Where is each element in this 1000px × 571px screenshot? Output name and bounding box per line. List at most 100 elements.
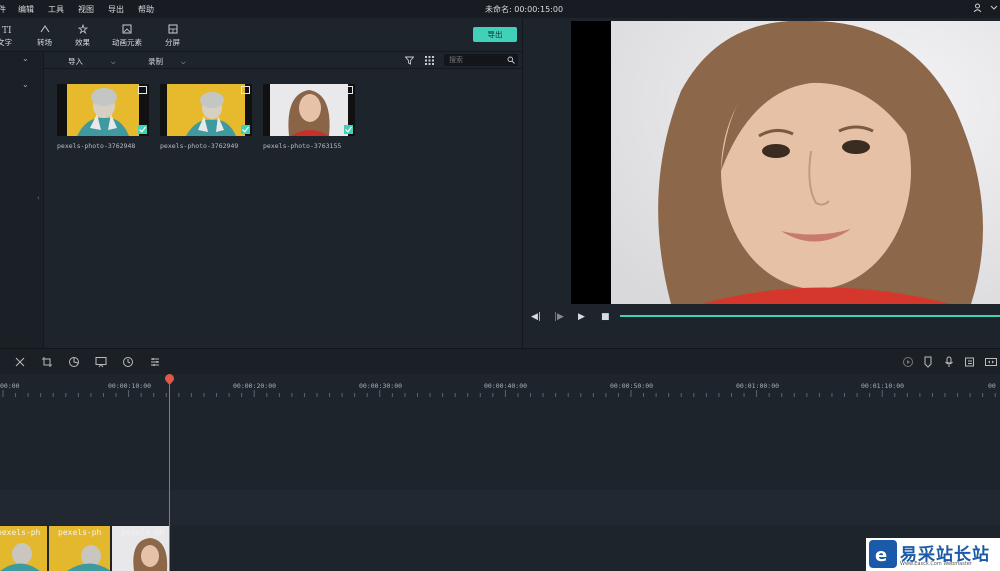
photo-thumbnail-image [263, 84, 355, 136]
import-label: 导入 [68, 57, 83, 66]
playhead[interactable] [169, 374, 170, 571]
media-item-name: pexels-photo-3762948 [57, 142, 136, 150]
checkmark-icon [241, 125, 250, 134]
render-icon[interactable] [902, 356, 914, 368]
media-library: 导入 ⌵ 录制 ⌵ pexels-photo-3762948 [44, 52, 522, 348]
ruler-label: 00:00 [0, 382, 20, 390]
watermark-subtitle: Www.Easck.Com Webmaster [900, 561, 972, 567]
menu-tools[interactable]: 工具 [48, 4, 64, 15]
voiceover-icon[interactable] [964, 356, 976, 368]
chevron-down-icon[interactable]: ⌄ [22, 54, 29, 63]
user-icon[interactable] [973, 3, 982, 12]
effects-icon [77, 24, 88, 34]
photo-thumbnail-image [160, 84, 252, 136]
checkmark-icon [344, 125, 353, 134]
timeline-track-area[interactable] [0, 398, 1000, 490]
svg-text:e: e [875, 545, 887, 566]
search-input[interactable] [444, 54, 504, 66]
ruler-label: 00:01:10:00 [861, 382, 905, 390]
checkmark-icon [138, 125, 147, 134]
search-icon[interactable] [507, 56, 515, 64]
media-item-name: pexels-photo-3762949 [160, 142, 239, 150]
elements-icon [122, 24, 132, 34]
split-screen-icon [168, 24, 177, 34]
marker-icon[interactable] [922, 356, 934, 368]
media-header: 导入 ⌵ 录制 ⌵ [44, 52, 522, 69]
stop-icon[interactable]: ■ [601, 312, 610, 322]
collapse-handle-icon[interactable]: ‹ [37, 194, 40, 202]
transition-icon [40, 25, 49, 33]
chevron-down-icon: ⌵ [111, 59, 116, 66]
media-thumbnail[interactable] [160, 84, 252, 136]
window-controls [973, 3, 998, 12]
color-icon[interactable] [68, 356, 80, 368]
text-icon: TI [2, 26, 11, 34]
media-thumbnail[interactable] [57, 84, 149, 136]
timeline-toolbar [0, 348, 1000, 374]
preview-panel: ◀| |▶ ▶ ■ [522, 18, 1000, 348]
grid-view-icon[interactable] [425, 56, 434, 65]
chevron-down-icon[interactable]: ⌄ [22, 80, 29, 89]
tool-transition-label: 转场 [37, 38, 52, 47]
green-screen-icon[interactable] [95, 356, 107, 368]
svg-text:TI: TI [2, 26, 11, 34]
ruler-label: 00 [988, 382, 996, 390]
media-item-name: pexels-photo-3763155 [263, 142, 342, 150]
video-viewport [571, 21, 1000, 304]
image-type-icon [344, 86, 353, 94]
menu-view[interactable]: 视图 [78, 4, 94, 15]
chevron-down-icon[interactable] [990, 3, 998, 12]
playback-controls: ◀| |▶ ▶ ■ [523, 307, 1000, 327]
timeline-ruler[interactable]: 00:00 00:00:10:00 00:00:20:00 00:00:30:0… [0, 374, 1000, 398]
tool-split-screen-label: 分屏 [165, 38, 180, 47]
crop-icon[interactable] [41, 356, 53, 368]
filter-icon[interactable] [405, 56, 414, 65]
ruler-label: 00:01:00:00 [736, 382, 780, 390]
image-type-icon [241, 86, 250, 94]
ruler-label: 00:00:20:00 [233, 382, 277, 390]
record-dropdown[interactable]: 录制 ⌵ [148, 56, 186, 67]
fit-timeline-icon[interactable] [985, 356, 997, 368]
timeline-clip[interactable]: pexels-ph [49, 526, 111, 571]
step-back-icon[interactable]: ◀| [531, 312, 541, 322]
image-type-icon [138, 86, 147, 94]
photo-thumbnail-image [57, 84, 149, 136]
scissors-icon[interactable] [14, 356, 26, 368]
tool-text-label: 文字 [0, 38, 12, 47]
media-sidebar: ⌄ ⌄ ‹ [0, 52, 44, 348]
play-icon[interactable]: ▶ [578, 312, 585, 322]
tool-elements-label: 动画元素 [112, 38, 142, 47]
ruler-label: 00:00:40:00 [484, 382, 528, 390]
tool-transition[interactable]: 转场 [37, 24, 52, 48]
timeline-clip[interactable]: pexels-ph [0, 526, 48, 571]
clip-label: pexels-ph [58, 528, 102, 537]
menu-help[interactable]: 帮助 [138, 4, 154, 15]
timeline-clip[interactable]: pexels-ph [112, 526, 169, 571]
timeline-track[interactable] [0, 490, 1000, 525]
tool-split-screen[interactable]: 分屏 [165, 24, 180, 48]
step-forward-icon[interactable]: |▶ [554, 312, 564, 322]
ruler-label: 00:00:50:00 [610, 382, 654, 390]
adjust-icon[interactable] [149, 356, 161, 368]
import-dropdown[interactable]: 导入 ⌵ [68, 56, 116, 67]
watermark-emblem-icon: e [869, 540, 897, 568]
tool-effects-label: 效果 [75, 38, 90, 47]
ruler-label: 00:00:30:00 [359, 382, 403, 390]
menu-edit[interactable]: 编辑 [18, 4, 34, 15]
project-title: 未命名: 00:00:15:00 [485, 5, 564, 14]
menu-file[interactable]: 件 [0, 4, 6, 15]
clock-icon[interactable] [122, 356, 134, 368]
export-button[interactable]: 导出 [473, 27, 517, 42]
tool-effects[interactable]: 效果 [75, 24, 90, 48]
record-label: 录制 [148, 57, 163, 66]
playback-progress-bar[interactable] [620, 315, 1000, 317]
chevron-down-icon: ⌵ [181, 59, 186, 66]
clip-label: pexels-ph [121, 528, 165, 537]
tool-elements[interactable]: 动画元素 [112, 24, 142, 48]
tool-text[interactable]: TI 文字 [0, 24, 12, 48]
ruler-label: 00:00:10:00 [108, 382, 152, 390]
microphone-icon[interactable] [943, 356, 955, 368]
menu-export[interactable]: 导出 [108, 4, 124, 15]
toolbar: TI 文字 转场 效果 动画元素 分屏 导出 [0, 18, 522, 52]
media-thumbnail[interactable] [263, 84, 355, 136]
